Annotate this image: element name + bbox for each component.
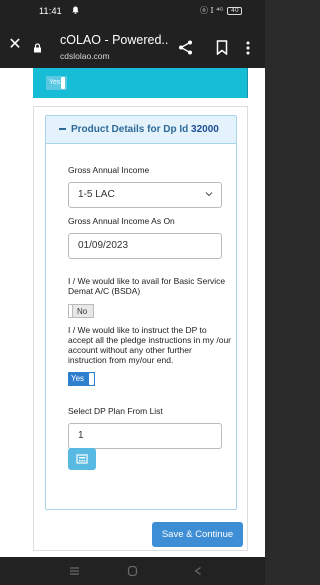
bsda-toggle-label: No bbox=[77, 307, 88, 316]
page-url: cdslolao.com bbox=[60, 51, 110, 61]
calculator-icon bbox=[76, 454, 88, 464]
lock-icon bbox=[34, 43, 41, 53]
previous-section-toggle[interactable]: Yes bbox=[46, 76, 67, 90]
save-continue-button[interactable]: Save & Continue bbox=[152, 522, 243, 547]
previous-toggle-label: Yes bbox=[49, 79, 61, 86]
status-icons: ⓞ 𝕀 ⁴ᴳ 40 bbox=[200, 5, 243, 16]
chevron-down-icon bbox=[205, 192, 213, 197]
pledge-toggle[interactable]: Yes bbox=[68, 372, 95, 386]
previous-section-footer: Yes bbox=[33, 68, 248, 98]
pledge-label: I / We would like to instruct the DP to … bbox=[68, 325, 232, 365]
android-nav-bar bbox=[0, 557, 265, 585]
more-menu-icon[interactable] bbox=[246, 41, 250, 55]
close-icon[interactable]: ✕ bbox=[6, 36, 24, 52]
income-as-on-value: 01/09/2023 bbox=[78, 240, 129, 251]
calculator-button[interactable] bbox=[68, 448, 96, 470]
collapse-icon bbox=[59, 128, 66, 131]
income-as-on-input[interactable]: 01/09/2023 bbox=[68, 233, 222, 259]
bsda-toggle[interactable]: No bbox=[68, 304, 94, 318]
product-details-panel: Product Details for Dp Id 32000 Gross An… bbox=[45, 115, 237, 510]
dp-plan-value: 1 bbox=[78, 430, 84, 441]
form-card: Product Details for Dp Id 32000 Gross An… bbox=[33, 106, 248, 551]
bookmark-icon[interactable] bbox=[216, 40, 228, 55]
page-title: cOLAO - Powered... bbox=[60, 33, 168, 47]
gross-income-label: Gross Annual Income bbox=[68, 165, 150, 175]
dp-id: 32000 bbox=[191, 124, 219, 135]
bell-icon bbox=[72, 6, 79, 14]
share-icon[interactable] bbox=[178, 40, 193, 55]
battery-icon: 40 bbox=[227, 6, 243, 15]
dp-plan-input[interactable]: 1 bbox=[68, 423, 222, 449]
recents-icon[interactable] bbox=[69, 566, 80, 576]
page-content: Yes Product Details for Dp Id 32000 Gros… bbox=[0, 68, 265, 557]
home-icon[interactable] bbox=[127, 566, 138, 576]
status-time: 11:41 bbox=[39, 6, 62, 16]
browser-toolbar: ✕ cOLAO - Powered... cdslolao.com bbox=[0, 23, 265, 68]
gross-income-value: 1-5 LAC bbox=[78, 189, 115, 200]
pledge-toggle-label: Yes bbox=[71, 374, 85, 383]
bsda-label: I / We would like to avail for Basic Ser… bbox=[68, 276, 226, 296]
dp-plan-label: Select DP Plan From List bbox=[68, 406, 163, 416]
gross-income-select[interactable]: 1-5 LAC bbox=[68, 182, 222, 208]
product-details-header[interactable]: Product Details for Dp Id 32000 bbox=[46, 116, 236, 144]
product-details-title: Product Details for Dp Id bbox=[71, 124, 189, 135]
back-icon[interactable] bbox=[193, 566, 203, 576]
status-bar: 11:41 ⓞ 𝕀 ⁴ᴳ 40 bbox=[0, 0, 265, 23]
income-as-on-label: Gross Annual Income As On bbox=[68, 216, 175, 226]
status-indicator-icons: ⓞ 𝕀 ⁴ᴳ bbox=[200, 6, 224, 15]
